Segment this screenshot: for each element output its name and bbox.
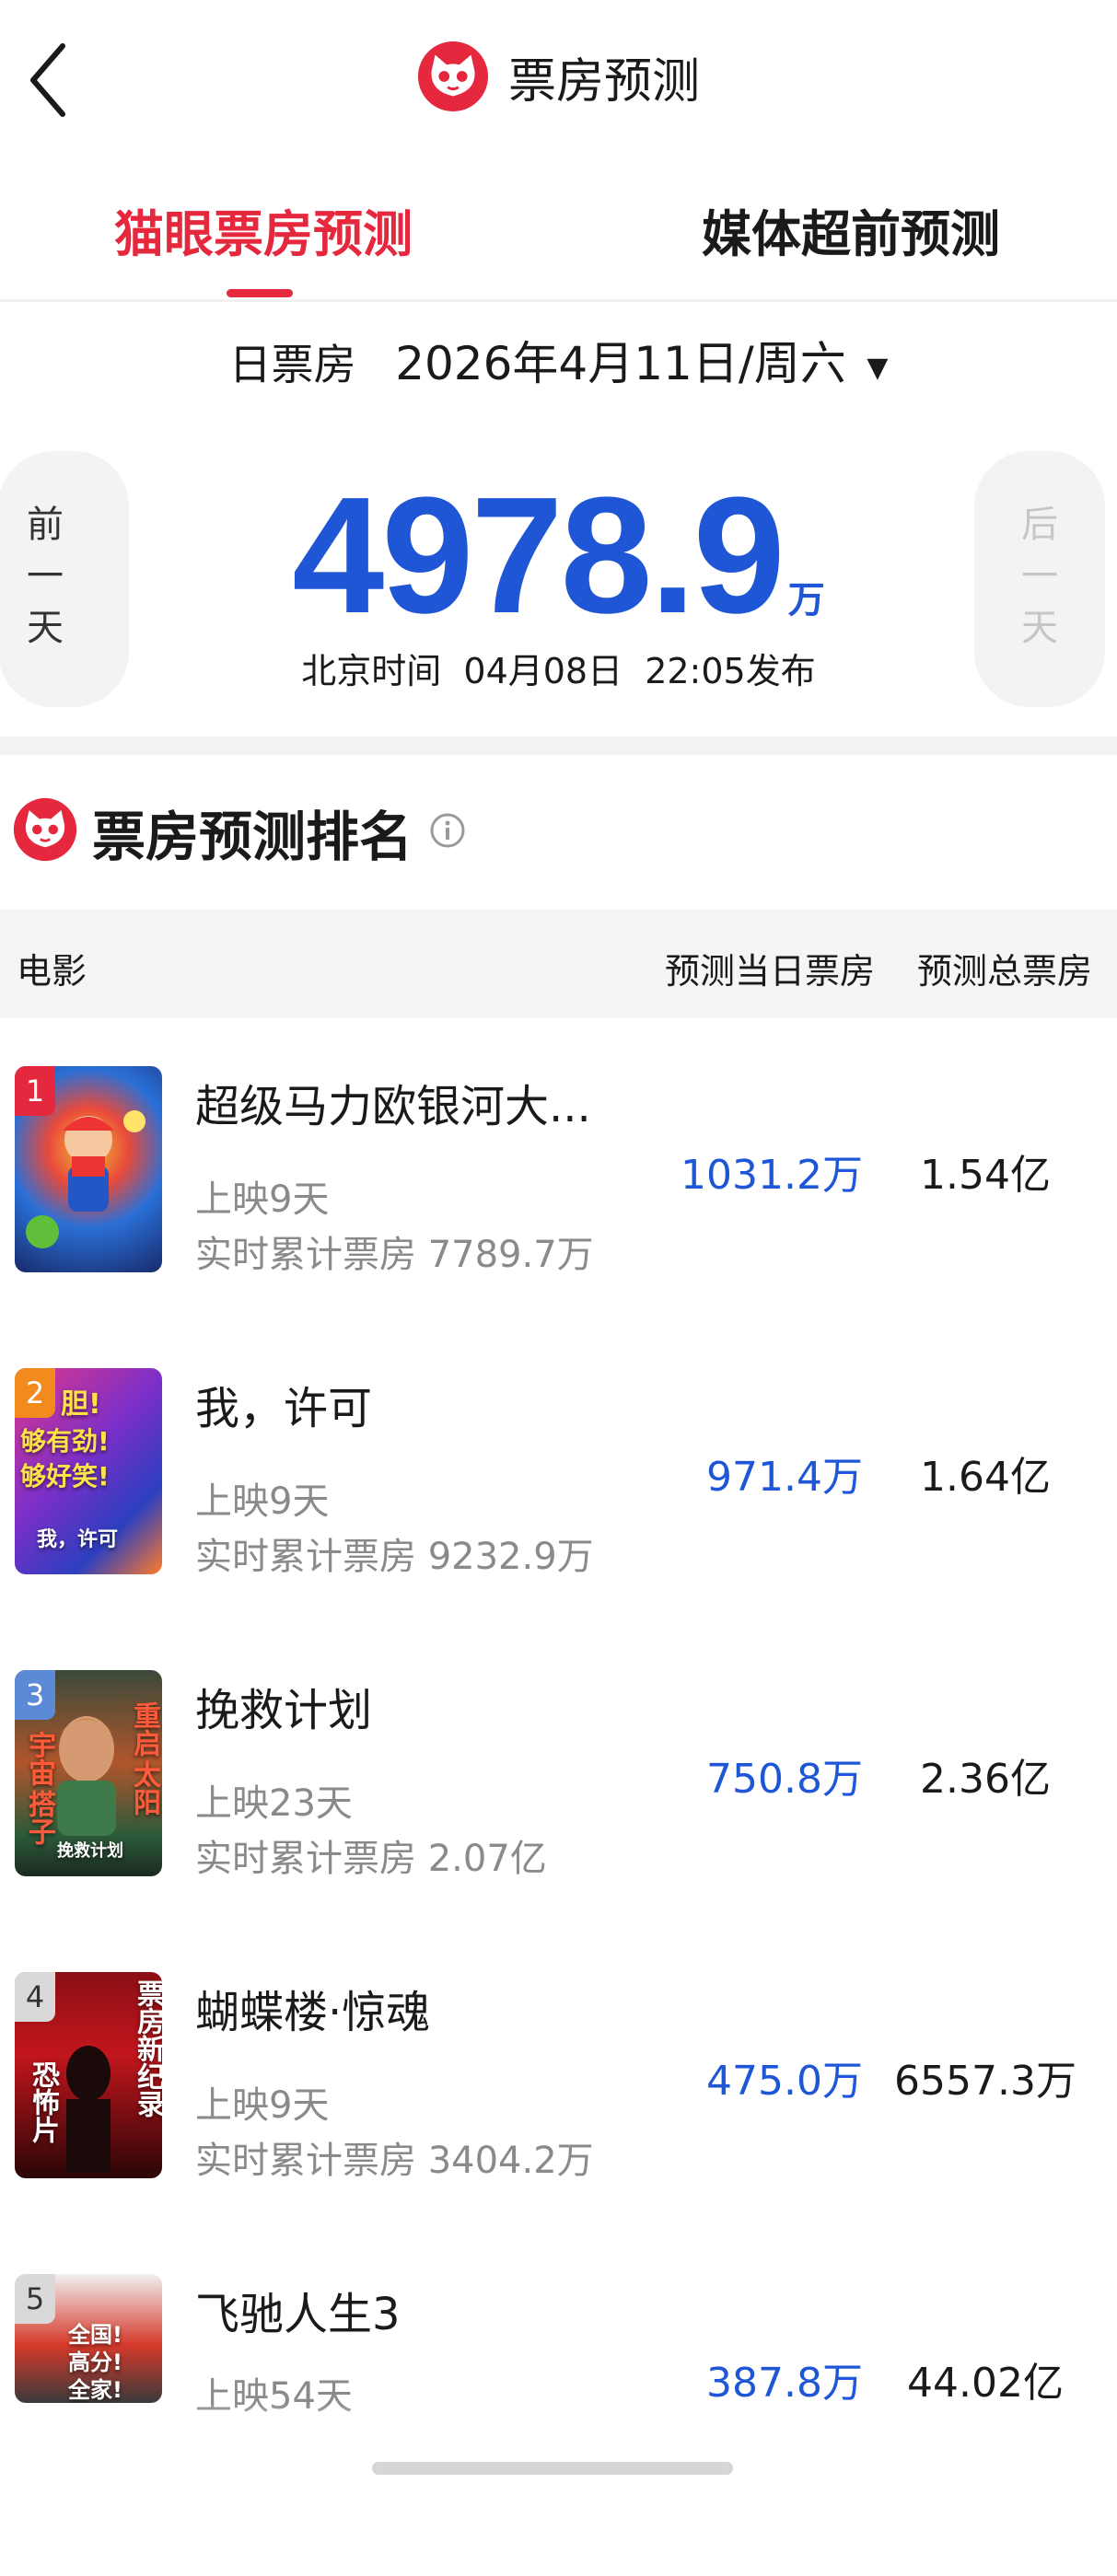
header-title-group: 票房预测 [0,41,1117,112]
movie-name: 我，许可 [195,1383,373,1434]
poster-text: 够有劲! [20,1426,110,1456]
tab-bar: 猫眼票房预测 媒体超前预测 [0,175,1117,302]
home-indicator[interactable] [372,2462,733,2475]
poster-text: 够好笑! [20,1461,110,1491]
cumulative-box-office: 实时累计票房 3404.2万 [195,2140,594,2182]
page-title: 票房预测 [508,53,701,110]
date-selector[interactable]: 日票房 2026年4月11日/周六 ▼ [0,327,1117,393]
rank-badge: 5 [15,2274,55,2324]
movie-poster[interactable]: 4 票房新纪录 恐怖片 [15,1972,162,2178]
cumulative-box-office: 实时累计票房 9232.9万 [195,1536,594,1578]
total-forecast-value: 6557.3万 [894,2058,1076,2105]
poster-text: 胆! [61,1388,101,1421]
poster-text: 搭子 [23,1790,55,1845]
daily-forecast-value: 1031.2万 [681,1152,863,1199]
total-forecast-value: 1.64亿 [920,1454,1051,1501]
days-in-release: 上映9天 [195,1178,330,1221]
release-time: 北京时间 04月08日 22:05发布 [0,643,1117,693]
poster-text: 宇宙 [23,1731,55,1786]
movie-poster[interactable]: 2 胆! 够有劲! 够好笑! 我，许可 [15,1368,162,1574]
forecast-value: 4978.9 [292,463,785,648]
daily-forecast-value: 750.8万 [706,1756,863,1803]
figure-silhouette-icon [66,2046,111,2173]
mario-figure-icon [26,1110,145,1248]
section-divider [0,737,1117,755]
release-time-value: 22:05发布 [645,651,816,691]
rank-badge: 2 [15,1368,55,1418]
daily-forecast-value: 387.8万 [706,2360,863,2407]
column-movie: 电影 [17,951,87,992]
movie-name: 超级马力欧银河大... [195,1081,591,1132]
movie-name: 飞驰人生3 [195,2289,401,2340]
release-zone: 北京时间 [301,651,442,691]
tab-media-forecast[interactable]: 媒体超前预测 [702,193,1000,266]
poster-text: 重启 [128,1701,160,1757]
top-bar: 票房预测 [0,0,1117,157]
movie-name: 挽救计划 [195,1685,373,1736]
days-in-release: 上映23天 [195,1782,353,1825]
table-row[interactable]: 4 票房新纪录 恐怖片 蝴蝶楼·惊魂 上映9天 实时累计票房 3404.2万 4… [0,1972,1117,2274]
date-value[interactable]: 2026年4月11日/周六 [395,337,846,390]
forecast-unit: 万 [787,579,825,621]
cumulative-box-office: 实时累计票房 2.07亿 [195,1838,547,1880]
release-date: 04月08日 [463,651,623,691]
date-type-label: 日票房 [228,340,356,389]
active-tab-indicator [227,289,293,297]
daily-forecast-value: 971.4万 [706,1454,863,1501]
column-total-forecast: 预测总票房 [917,951,1093,992]
days-in-release: 上映9天 [195,1480,330,1523]
daily-forecast-value: 475.0万 [706,2058,863,2105]
total-forecast-value: 44.02亿 [907,2360,1064,2407]
poster-text: 挽救计划 [57,1841,123,1861]
total-forecast-value: 2.36亿 [920,1756,1051,1803]
poster-text: 我，许可 [37,1528,119,1551]
maoyan-cat-logo-icon [13,797,77,862]
days-in-release: 上映9天 [195,2084,330,2127]
movie-poster[interactable]: 5 全国! 高分! 全家! [15,2274,162,2403]
ranking-title: 票房预测排名 [92,806,413,868]
dropdown-arrow-icon[interactable]: ▼ [867,352,888,384]
total-forecast-value: 1.54亿 [920,1152,1051,1199]
movie-name: 蝴蝶楼·惊魂 [195,1987,431,2038]
table-row[interactable]: 2 胆! 够有劲! 够好笑! 我，许可 我，许可 上映9天 实时累计票房 923… [0,1368,1117,1670]
table-row[interactable]: 3 重启 太阳 宇宙 搭子 挽救计划 挽救计划 上映23天 实时累计票房 2.0… [0,1670,1117,1972]
table-header: 电影 预测当日票房 预测总票房 [0,910,1117,1018]
cumulative-box-office: 实时累计票房 7789.7万 [195,1234,594,1276]
poster-text: 全家! [68,2377,122,2403]
tab-maoyan-forecast[interactable]: 猫眼票房预测 [114,193,413,266]
poster-text: 太阳 [128,1760,160,1816]
movie-poster[interactable]: 1 [15,1066,162,1272]
forecast-total: 4978.9 万 [0,460,1117,651]
maoyan-cat-logo-icon [417,41,488,112]
movie-poster[interactable]: 3 重启 太阳 宇宙 搭子 挽救计划 [15,1670,162,1876]
column-daily-forecast: 预测当日票房 [665,951,876,992]
table-row[interactable]: 1 超级马力欧银河大... 上映9天 实时累计票房 7789.7万 1031.2… [0,1066,1117,1368]
info-icon[interactable] [429,812,466,849]
